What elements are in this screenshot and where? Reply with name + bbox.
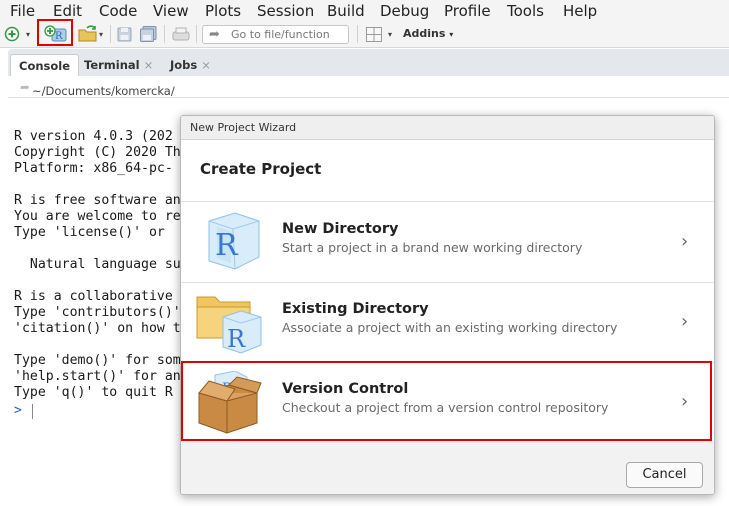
close-icon[interactable]: × <box>144 58 154 72</box>
menu-help[interactable]: Help <box>563 2 597 20</box>
option-title: Existing Directory <box>282 301 429 317</box>
console-line: Copyright (C) 2020 Th <box>14 145 181 160</box>
go-to-file-input[interactable]: ➦ Go to file/function <box>202 25 349 44</box>
save-icon[interactable] <box>117 27 132 46</box>
working-directory-path: ~/Documents/komercka/ <box>32 84 175 98</box>
console-line: ​ <box>14 337 181 353</box>
option-existing-directory[interactable]: R Existing Directory Associate a project… <box>181 283 714 363</box>
console-line: ​ <box>14 273 181 289</box>
go-to-placeholder: Go to file/function <box>231 28 330 41</box>
menu-tools[interactable]: Tools <box>507 2 544 20</box>
go-to-directory-icon[interactable]: ➦ <box>20 80 30 94</box>
tab-terminal-label: Terminal <box>84 58 140 72</box>
svg-text:R: R <box>227 325 246 353</box>
console-line: Type 'contributors()' <box>14 305 181 320</box>
console-line: ​ <box>14 177 181 193</box>
existing-directory-icon: R <box>195 291 263 355</box>
option-description: Start a project in a brand new working d… <box>282 240 583 255</box>
console-line: Type 'demo()' for som <box>14 353 181 368</box>
console-output[interactable]: R version 4.0.3 (202 Copyright (C) 2020 T… <box>14 113 181 417</box>
chevron-right-icon: › <box>681 231 689 252</box>
go-to-arrow-icon: ➦ <box>209 27 220 42</box>
tab-terminal[interactable]: Terminal × <box>76 54 161 76</box>
menu-edit[interactable]: Edit <box>53 2 82 20</box>
main-toolbar: ▾ R ▾ ➦ Go to file/function ▾ Addins ▾ <box>0 19 729 48</box>
option-description: Associate a project with an existing wor… <box>282 320 618 335</box>
console-line: R is free software an <box>14 193 181 208</box>
svg-text:R: R <box>215 228 239 263</box>
console-line: Type 'q()' to quit R <box>14 385 173 400</box>
close-icon[interactable]: × <box>201 58 211 72</box>
menu-file[interactable]: File <box>10 2 35 20</box>
console-line: You are welcome to re <box>14 209 181 224</box>
print-icon[interactable] <box>172 27 190 46</box>
toolbar-divider <box>164 25 165 43</box>
dialog-window-title: New Project Wizard <box>190 121 297 134</box>
console-line: R version 4.0.3 (202 <box>14 129 173 144</box>
menu-build[interactable]: Build <box>327 2 365 20</box>
tab-console[interactable]: Console <box>10 54 80 76</box>
tab-console-label: Console <box>19 59 71 73</box>
console-cursor[interactable] <box>32 404 33 419</box>
pane-layout-dropdown-icon[interactable]: ▾ <box>388 30 392 39</box>
console-line: 'help.start()' for an <box>14 369 181 384</box>
dialog-footer: Cancel <box>181 441 714 494</box>
toolbar-divider <box>196 25 197 43</box>
open-file-dropdown-icon[interactable]: ▾ <box>99 30 103 39</box>
tab-jobs-label: Jobs <box>170 58 198 72</box>
save-all-icon[interactable] <box>140 26 157 46</box>
open-file-icon[interactable] <box>78 25 98 47</box>
new-directory-icon: R <box>195 211 263 275</box>
toolbar-divider <box>357 25 358 43</box>
menu-debug[interactable]: Debug <box>380 2 429 20</box>
new-file-icon[interactable] <box>4 26 20 46</box>
highlight-version-control <box>181 361 712 441</box>
menu-code[interactable]: Code <box>99 2 137 20</box>
console-line: 'citation()' on how t <box>14 321 181 336</box>
menu-session[interactable]: Session <box>257 2 314 20</box>
new-project-icon[interactable]: R <box>44 25 68 47</box>
console-line: ​ <box>14 241 181 257</box>
console-line: R is a collaborative <box>14 289 181 304</box>
working-directory-bar: ~/Documents/komercka/ ➦ <box>8 76 729 98</box>
addins-dropdown-icon: ▾ <box>449 30 454 39</box>
svg-text:R: R <box>55 31 63 42</box>
dialog-header: Create Project <box>181 140 714 202</box>
console-pane-tabs: Console Terminal × Jobs × <box>8 49 729 76</box>
option-new-directory[interactable]: R New Directory Start a project in a bra… <box>181 203 714 283</box>
dialog-titlebar[interactable]: New Project Wizard <box>181 116 714 140</box>
dialog-heading: Create Project <box>200 160 322 178</box>
addins-menu[interactable]: Addins ▾ <box>403 27 453 40</box>
menu-profile[interactable]: Profile <box>444 2 491 20</box>
menu-plots[interactable]: Plots <box>205 2 241 20</box>
toolbar-divider <box>110 25 111 43</box>
menu-bar: File Edit Code View Plots Session Build … <box>0 0 729 22</box>
menu-view[interactable]: View <box>153 2 189 20</box>
option-title: New Directory <box>282 221 399 237</box>
pane-layout-icon[interactable] <box>366 27 382 46</box>
addins-label: Addins <box>403 27 446 40</box>
cancel-button[interactable]: Cancel <box>626 462 703 488</box>
chevron-right-icon: › <box>681 311 689 332</box>
console-line: Platform: x86_64-pc- <box>14 161 173 176</box>
console-line: Natural language su <box>14 257 181 272</box>
console-line: Type 'license()' or <box>14 225 173 240</box>
console-prompt: > <box>14 403 22 418</box>
tab-jobs[interactable]: Jobs × <box>162 54 219 76</box>
new-file-dropdown-icon[interactable]: ▾ <box>26 30 30 39</box>
